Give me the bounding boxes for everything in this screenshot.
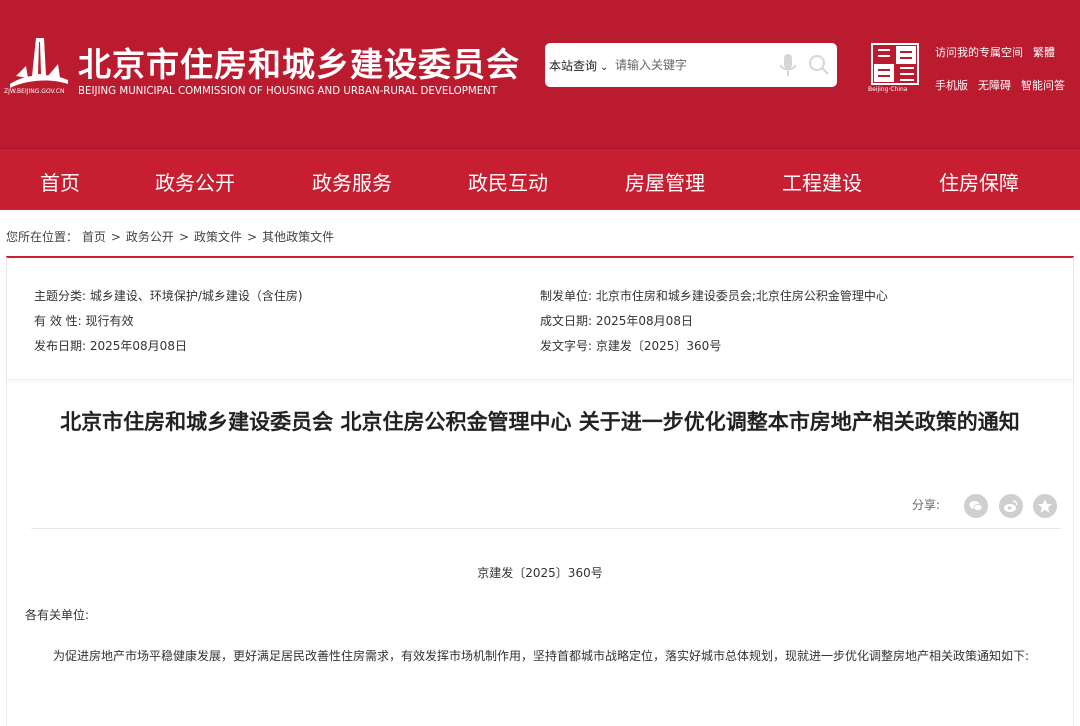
meta-created-date: 成文日期: 2025年08月08日 — [540, 312, 693, 329]
nav-item-housing-management[interactable]: 房屋管理 — [625, 167, 705, 196]
wechat-share-icon[interactable] — [964, 494, 988, 518]
nav-item-interaction[interactable]: 政民互动 — [468, 167, 548, 196]
top-links: 访问我的专属空间 繁體 手机版 无障碍 智能问答 — [935, 44, 1065, 110]
site-domain: ZJW.BEIJING.GOV.CN — [4, 88, 65, 95]
nav-item-home[interactable]: 首页 — [40, 167, 80, 196]
search-input[interactable] — [615, 53, 765, 77]
meta-topic-label: 主题分类: — [34, 289, 87, 303]
meta-validity: 有 效 性: 现行有效 — [34, 312, 134, 329]
favorite-star-icon[interactable] — [1033, 494, 1057, 518]
meta-topic-value: 城乡建设、环境保护/城乡建设（含住房) — [89, 289, 303, 303]
document-metadata: 主题分类: 城乡建设、环境保护/城乡建设（含住房) 有 效 性: 现行有效 发布… — [7, 258, 1073, 380]
salutation: 各有关单位: — [25, 608, 90, 622]
smart-qa-link[interactable]: 智能问答 — [1021, 77, 1065, 93]
site-subtitle: BEIJING MUNICIPAL COMMISSION OF HOUSING … — [78, 84, 498, 97]
breadcrumb-separator: > — [247, 230, 258, 244]
breadcrumb-separator: > — [110, 230, 121, 244]
meta-docno-label: 发文字号: — [540, 339, 593, 353]
document-number: 京建发〔2025〕360号 — [477, 566, 603, 580]
search-box: 本站查询 ⌄ — [545, 43, 837, 87]
main-nav: 首页 政务公开 政务服务 政民互动 房屋管理 工程建设 住房保障 — [0, 148, 1080, 210]
meta-publish-value: 2025年08月08日 — [89, 339, 187, 353]
meta-created-value: 2025年08月08日 — [595, 314, 693, 328]
search-icon[interactable] — [808, 54, 830, 76]
breadcrumb-item-policy-documents[interactable]: 政策文件 — [194, 230, 242, 244]
breadcrumb-prefix: 您所在位置： — [6, 230, 79, 244]
article-card: 主题分类: 城乡建设、环境保护/城乡建设（含住房) 有 效 性: 现行有效 发布… — [6, 256, 1074, 726]
meta-document-number: 发文字号: 京建发〔2025〕360号 — [540, 337, 721, 354]
breadcrumb: 您所在位置： 首页 > 政务公开 > 政策文件 > 其他政策文件 — [6, 228, 334, 245]
breadcrumb-separator: > — [178, 230, 189, 244]
my-space-link[interactable]: 访问我的专属空间 — [935, 44, 1023, 60]
meta-publish-label: 发布日期: — [34, 339, 87, 353]
mobile-version-link[interactable]: 手机版 — [935, 77, 968, 93]
article-title: 北京市住房和城乡建设委员会 北京住房公积金管理中心 关于进一步优化调整本市房地产… — [60, 410, 1020, 434]
divider — [31, 528, 1061, 529]
breadcrumb-item-other-policy-documents[interactable]: 其他政策文件 — [262, 230, 334, 244]
breadcrumb-item-home[interactable]: 首页 — [82, 230, 106, 244]
site-title[interactable]: 北京市住房和城乡建设委员会 — [78, 38, 520, 86]
capital-logo-caption: Beijing·China — [868, 86, 908, 93]
site-header: ZJW.BEIJING.GOV.CN 北京市住房和城乡建设委员会 BEIJING… — [0, 0, 1080, 148]
meta-created-label: 成文日期: — [540, 314, 593, 328]
article-paragraph: 为促进房地产市场平稳健康发展，更好满足居民改善性住房需求，有效发挥市场机制作用，… — [53, 649, 1030, 663]
nav-item-housing-security[interactable]: 住房保障 — [939, 167, 1019, 196]
traditional-chinese-link[interactable]: 繁體 — [1033, 44, 1055, 60]
nav-item-government-services[interactable]: 政务服务 — [312, 167, 392, 196]
chevron-down-icon: ⌄ — [600, 62, 609, 73]
meta-docno-value: 京建发〔2025〕360号 — [595, 339, 722, 353]
share-label: 分享: — [912, 498, 941, 512]
meta-validity-label: 有 效 性: — [34, 314, 82, 328]
search-scope-dropdown[interactable]: 本站查询 ⌄ — [549, 57, 608, 74]
meta-issuer-label: 制发单位: — [540, 289, 593, 303]
meta-issuer-value: 北京市住房和城乡建设委员会;北京住房公积金管理中心 — [595, 289, 888, 303]
weibo-share-icon[interactable] — [999, 494, 1023, 518]
search-scope-label: 本站查询 — [549, 59, 598, 73]
nav-item-construction[interactable]: 工程建设 — [782, 167, 862, 196]
meta-publish-date: 发布日期: 2025年08月08日 — [34, 337, 187, 354]
accessibility-link[interactable]: 无障碍 — [978, 77, 1011, 93]
meta-validity-value: 现行有效 — [85, 314, 134, 328]
meta-issuer: 制发单位: 北京市住房和城乡建设委员会;北京住房公积金管理中心 — [540, 287, 888, 304]
nav-item-government-affairs[interactable]: 政务公开 — [155, 167, 235, 196]
breadcrumb-item-government-affairs[interactable]: 政务公开 — [126, 230, 174, 244]
meta-topic: 主题分类: 城乡建设、环境保护/城乡建设（含住房) — [34, 287, 303, 304]
microphone-icon[interactable] — [778, 53, 798, 79]
